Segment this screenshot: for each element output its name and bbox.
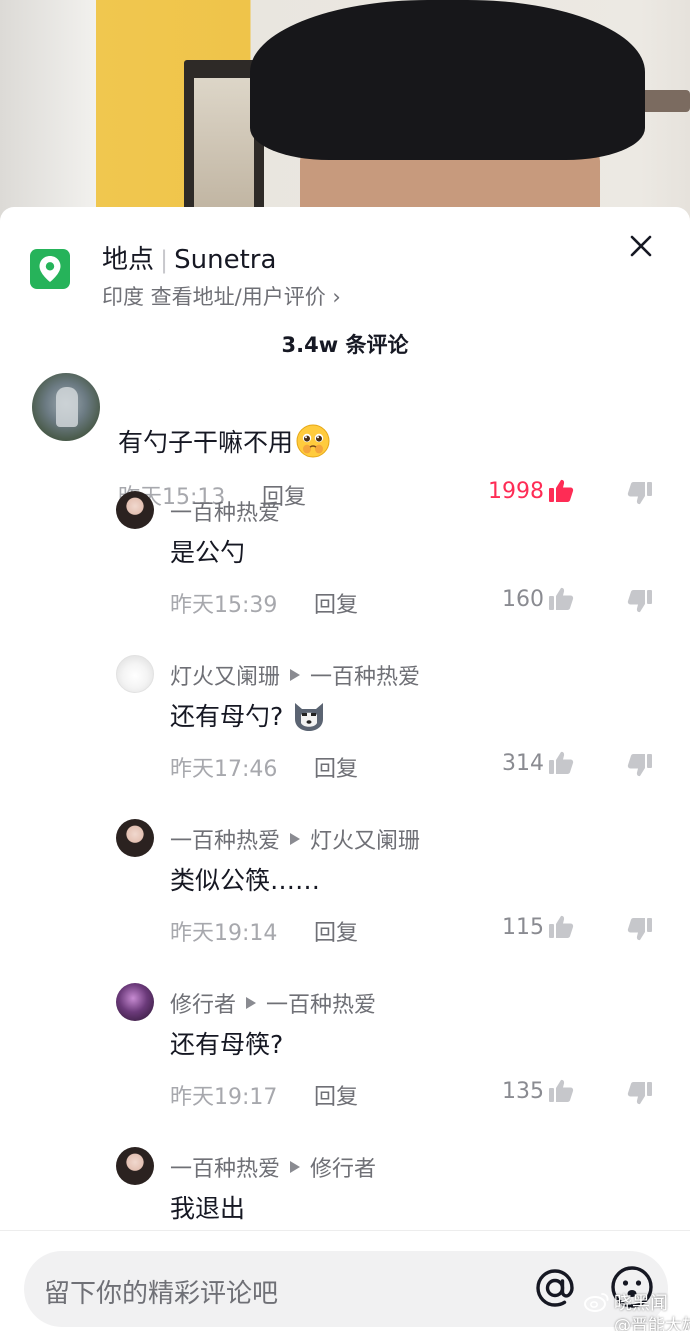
thumb-down-icon[interactable] xyxy=(626,587,654,615)
thumb-down-icon[interactable] xyxy=(626,751,654,779)
avatar[interactable] xyxy=(116,983,154,1021)
location-subtitle[interactable]: 印度 查看地址/用户评价 › xyxy=(102,281,341,311)
reply-text: 是公勺 xyxy=(170,538,246,567)
like-button[interactable]: 135 xyxy=(502,1077,575,1105)
reply-item: 一百种热爱 修行者 我退出 xyxy=(0,1147,690,1230)
reply-text: 还有母筷? xyxy=(170,1030,284,1059)
reply-author[interactable]: 灯火又阑珊 一百种热爱 xyxy=(170,659,420,691)
location-name: Sunetra xyxy=(174,245,277,275)
reply-text: 还有母勺? xyxy=(170,697,327,733)
like-button[interactable]: 160 xyxy=(502,585,575,613)
comment-panel: 地点|Sunetra 印度 查看地址/用户评价 › 3.4w 条评论 一 · ~… xyxy=(0,207,690,1331)
reply-item: 一百种热爱 是公勺 昨天15:39 回复 160 xyxy=(0,491,690,655)
video-background xyxy=(0,0,690,240)
thumb-down-icon[interactable] xyxy=(626,1079,654,1107)
husky-emoji xyxy=(295,703,324,731)
reply-button[interactable]: 回复 xyxy=(314,587,358,619)
location-pin-icon xyxy=(30,249,70,289)
reply-item: 一百种热爱 灯火又阑珊 类似公筷…… 昨天19:14 回复 115 xyxy=(0,819,690,983)
comment-input-placeholder: 留下你的精彩评论吧 xyxy=(44,1279,279,1309)
reply-time: 昨天19:14 xyxy=(170,921,278,946)
at-icon[interactable] xyxy=(530,1263,580,1313)
location-label: 地点 xyxy=(102,245,155,275)
like-count: 115 xyxy=(502,914,544,940)
avatar[interactable] xyxy=(116,819,154,857)
reply-arrow-icon xyxy=(290,833,301,845)
thumb-down-icon[interactable] xyxy=(626,915,654,943)
reply-button[interactable]: 回复 xyxy=(314,915,358,947)
reply-item: 灯火又阑珊 一百种热爱 还有母勺? 昨天17:46 回复 314 xyxy=(0,655,690,819)
location-card[interactable]: 地点 | Sunetra 印度 查看地址/用户评价 › xyxy=(30,235,590,315)
close-icon[interactable] xyxy=(628,233,654,259)
reply-author[interactable]: 一百种热爱 xyxy=(170,495,280,527)
weibo-icon xyxy=(584,1293,609,1312)
like-count: 135 xyxy=(502,1078,544,1104)
reply-button[interactable]: 回复 xyxy=(314,751,358,783)
reply-text: 类似公筷…… xyxy=(170,866,321,895)
comment-text: 有勺子干嘛不用 xyxy=(118,423,331,459)
like-count: 314 xyxy=(502,750,544,776)
location-title: 地点 | Sunetra xyxy=(102,245,277,275)
reply-author[interactable]: 修行者 一百种热爱 xyxy=(170,987,376,1019)
comment-text-content: 有勺子干嘛不用 xyxy=(118,428,294,457)
avatar[interactable] xyxy=(116,1147,154,1185)
watermark-line2: @晋能大雄 xyxy=(614,1316,690,1331)
like-button[interactable]: 115 xyxy=(502,913,575,941)
comment-author[interactable]: 一 · ~ · xyxy=(118,389,187,399)
comment-input[interactable]: 留下你的精彩评论吧 xyxy=(24,1251,668,1327)
avatar[interactable] xyxy=(116,491,154,529)
reply-arrow-icon xyxy=(246,997,257,1009)
weibo-watermark: 晓黑闻 @晋能大雄 xyxy=(584,1289,690,1331)
comment-input-bar: 留下你的精彩评论吧 xyxy=(0,1230,690,1331)
avatar[interactable] xyxy=(32,373,100,441)
like-count: 160 xyxy=(502,586,544,612)
reply-arrow-icon xyxy=(290,1161,301,1173)
reply-time: 昨天19:17 xyxy=(170,1085,278,1110)
reply-item: 修行者 一百种热爱 还有母筷? 昨天19:17 回复 135 xyxy=(0,983,690,1147)
comment-list[interactable]: 一 · ~ · 有勺子干嘛不用 昨天15:13 回复 1998 xyxy=(0,365,690,1230)
reply-time: 昨天15:39 xyxy=(170,593,278,618)
like-button[interactable]: 314 xyxy=(502,749,575,777)
reply-time: 昨天17:46 xyxy=(170,757,278,782)
avatar[interactable] xyxy=(116,655,154,693)
reply-button[interactable]: 回复 xyxy=(314,1079,358,1111)
pleading-face-emoji xyxy=(296,424,330,458)
reply-author[interactable]: 一百种热爱 修行者 xyxy=(170,1151,376,1183)
thumb-up-icon xyxy=(549,751,574,774)
comment-count: 3.4w 条评论 xyxy=(281,333,409,357)
reply-author[interactable]: 一百种热爱 灯火又阑珊 xyxy=(170,823,420,855)
reply-text: 我退出 xyxy=(170,1194,246,1223)
reply-arrow-icon xyxy=(290,669,301,681)
thumb-up-icon xyxy=(549,1079,574,1102)
thumb-up-icon xyxy=(549,587,574,610)
thumb-up-icon xyxy=(549,915,574,938)
